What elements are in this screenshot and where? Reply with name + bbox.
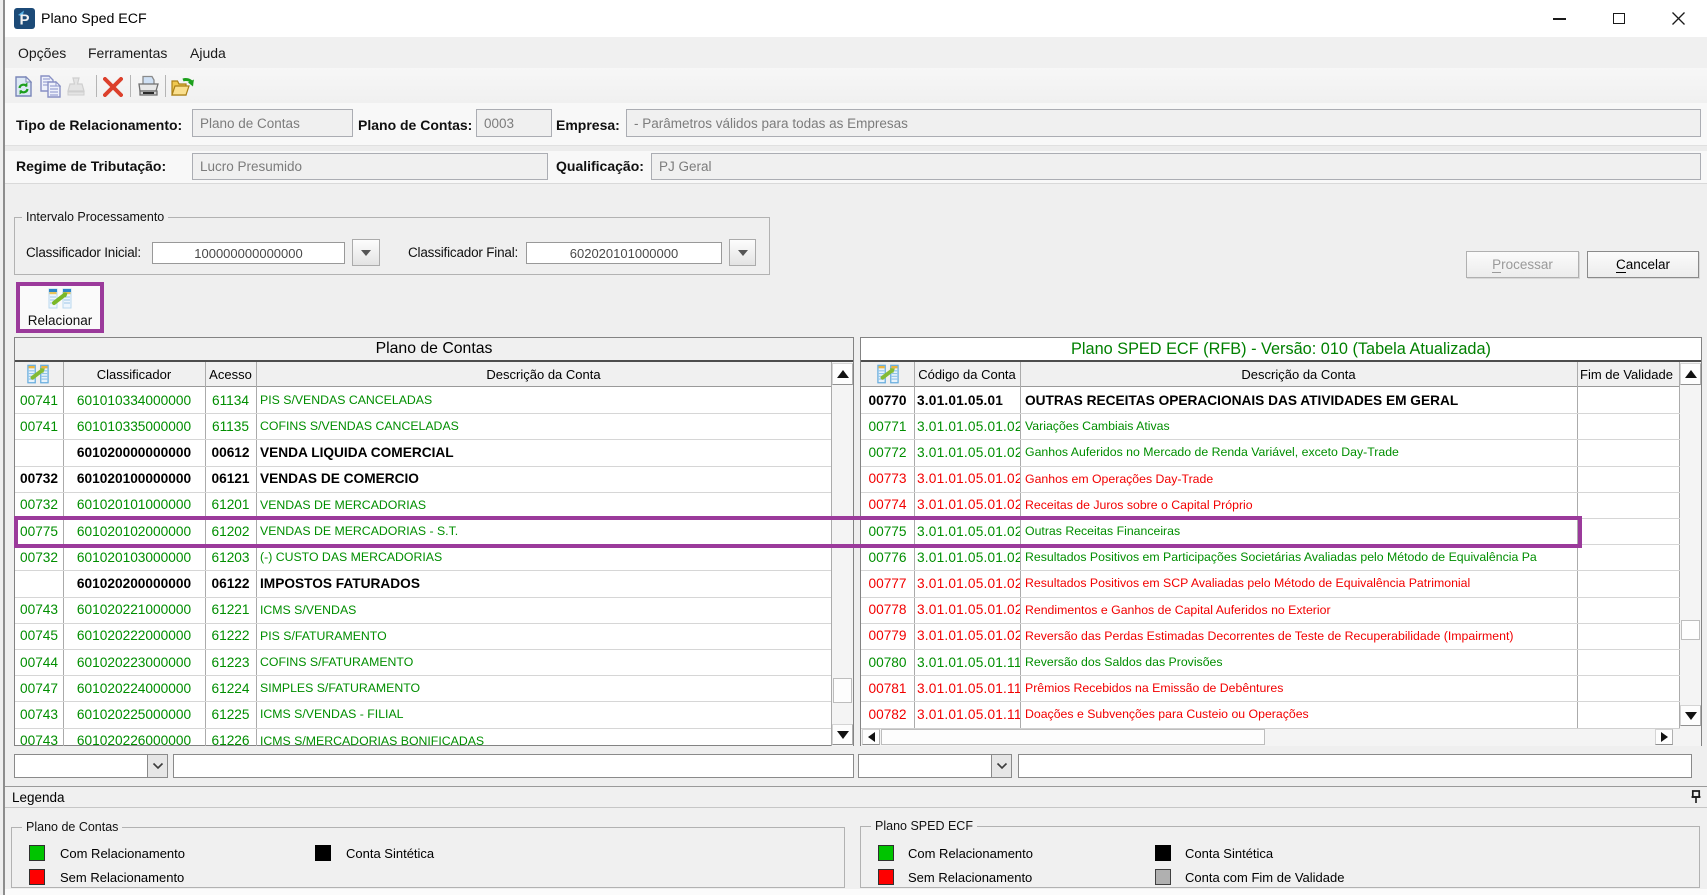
svg-text:P: P: [19, 12, 29, 29]
